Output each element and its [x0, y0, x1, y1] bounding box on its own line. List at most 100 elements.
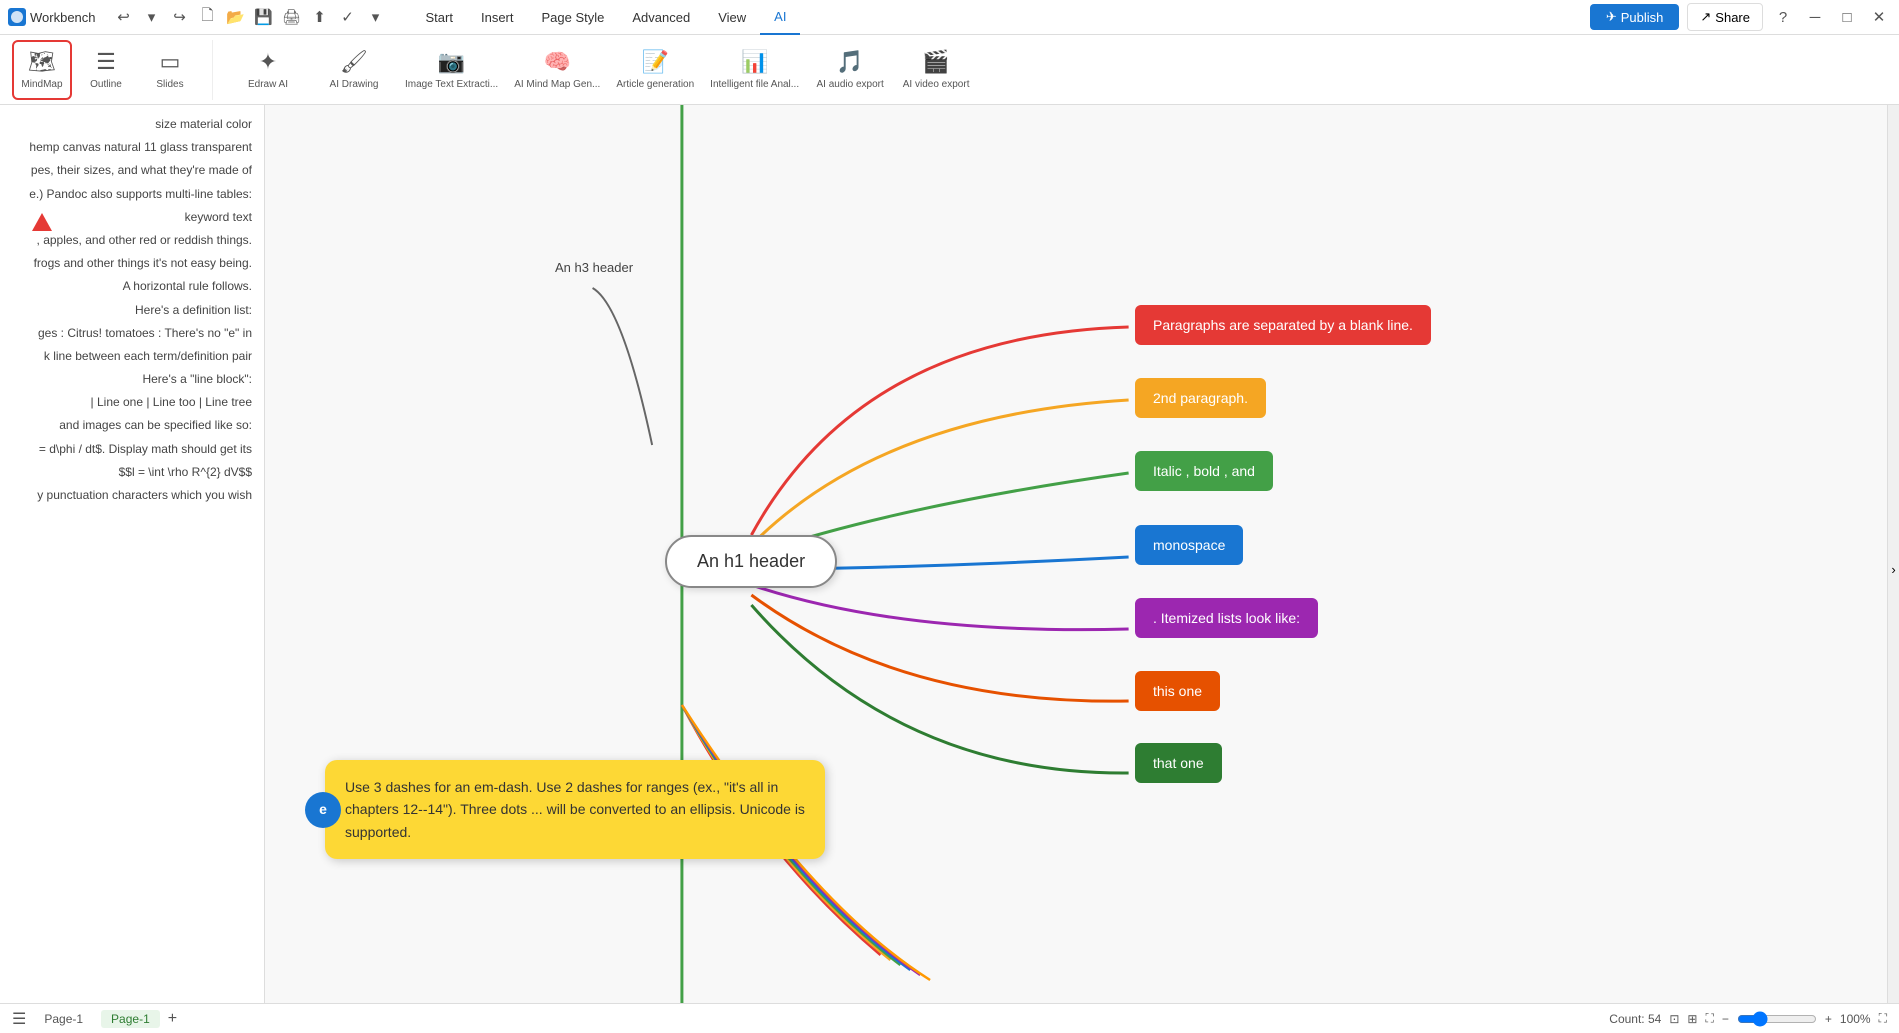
new-button[interactable]: 🗋 [196, 5, 220, 29]
page-tab-active[interactable]: Page-1 [101, 1010, 160, 1028]
undo-redo-group: ↩ ▾ ↪ 🗋 📂 💾 🖨 ⬆ ✓ ▾ [112, 5, 388, 29]
mindmap-svg [265, 105, 1887, 1033]
checkmark-button[interactable]: ✓ [336, 5, 360, 29]
nav-ai[interactable]: AI [760, 0, 800, 35]
tooltip-popup: e Use 3 dashes for an em-dash. Use 2 das… [325, 760, 825, 859]
node-monospace[interactable]: monospace [1135, 525, 1243, 565]
audio-export-icon: 🎵 [836, 49, 863, 75]
left-line-12: Here's a "line block": [4, 368, 260, 391]
left-line-14: and images can be specified like so: [4, 414, 260, 437]
zoom-out-button[interactable]: − [1722, 1012, 1729, 1026]
left-line-8: A horizontal rule follows. [4, 275, 260, 298]
outline-icon: ☰ [96, 49, 116, 75]
node-this-one[interactable]: this one [1135, 671, 1220, 711]
layout-button[interactable]: ⊞ [1687, 1012, 1697, 1026]
outline-tool[interactable]: ☰ Outline [76, 40, 136, 100]
nav-start[interactable]: Start [412, 0, 467, 35]
edraw-ai-icon: ✦ [259, 49, 277, 75]
nav-insert[interactable]: Insert [467, 0, 528, 35]
node-2nd-paragraph-label: 2nd paragraph. [1153, 390, 1248, 406]
print-button[interactable]: 🖨 [280, 5, 304, 29]
video-export-icon: 🎬 [922, 49, 949, 75]
status-menu-icon[interactable]: ☰ [12, 1009, 26, 1029]
tooltip-text: Use 3 dashes for an em-dash. Use 2 dashe… [345, 779, 805, 840]
left-line-9: Here's a definition list: [4, 299, 260, 322]
left-line-16: $$l = \int \rho R^{2} dV$$ [4, 461, 260, 484]
left-line-17: y punctuation characters which you wish [4, 484, 260, 507]
node-italic-bold-label: Italic , bold , and [1153, 463, 1255, 479]
edraw-ai-button[interactable]: ✦ Edraw AI [233, 49, 303, 90]
export-button[interactable]: ⬆ [308, 5, 332, 29]
ai-drawing-button[interactable]: 🖌 AI Drawing [319, 49, 389, 90]
slides-tool[interactable]: ▭ Slides [140, 40, 200, 100]
right-panel-handle[interactable]: › [1887, 105, 1899, 1033]
video-export-button[interactable]: 🎬 AI video export [901, 49, 971, 90]
open-button[interactable]: 📂 [224, 5, 248, 29]
save-button[interactable]: 💾 [252, 5, 276, 29]
publish-label: Publish [1621, 10, 1664, 25]
close-button[interactable]: ✕ [1867, 5, 1891, 29]
audio-export-label: AI audio export [816, 79, 883, 90]
node-that-one-label: that one [1153, 755, 1204, 771]
image-text-button[interactable]: 📷 Image Text Extracti... [405, 49, 498, 90]
zoom-slider[interactable] [1737, 1011, 1817, 1027]
toolbar: 🗺 MindMap ☰ Outline ▭ Slides ✦ Edraw AI … [0, 35, 1899, 105]
ai-drawing-icon: 🖌 [340, 49, 368, 75]
maximize-button[interactable]: □ [1835, 5, 1859, 29]
main-area: size material color hemp canvas natural … [0, 105, 1899, 1033]
audio-export-button[interactable]: 🎵 AI audio export [815, 49, 885, 90]
nav-advanced[interactable]: Advanced [618, 0, 704, 35]
node-paragraphs[interactable]: Paragraphs are separated by a blank line… [1135, 305, 1431, 345]
fit-page-button[interactable]: ⊡ [1669, 1012, 1679, 1026]
undo-button[interactable]: ↩ [112, 5, 136, 29]
minimize-button[interactable]: ─ [1803, 5, 1827, 29]
app-title-text: Workbench [30, 10, 96, 25]
node-itemized-label: . Itemized lists look like: [1153, 610, 1300, 626]
zoom-in-button[interactable]: + [1825, 1012, 1832, 1026]
outline-label: Outline [90, 79, 122, 90]
file-analysis-label: Intelligent file Anal... [710, 79, 799, 90]
node-italic-bold[interactable]: Italic , bold , and [1135, 451, 1273, 491]
article-gen-label: Article generation [616, 79, 694, 90]
add-page-button[interactable]: + [168, 1010, 177, 1028]
article-gen-button[interactable]: 📝 Article generation [616, 49, 694, 90]
mindmap-tool[interactable]: 🗺 MindMap [12, 40, 72, 100]
canvas[interactable]: An h3 header An h1 header Paragraphs are… [265, 105, 1887, 1033]
image-text-icon: 📷 [438, 49, 465, 75]
page-tab-inactive[interactable]: Page-1 [34, 1010, 93, 1028]
view-tools: 🗺 MindMap ☰ Outline ▭ Slides [12, 40, 213, 100]
left-line-4: e.) Pandoc also supports multi-line tabl… [4, 183, 260, 206]
ai-mindmap-button[interactable]: 🧠 AI Mind Map Gen... [514, 49, 600, 90]
fullscreen-expand-button[interactable]: ⛶ [1879, 1011, 1887, 1026]
file-analysis-button[interactable]: 📊 Intelligent file Anal... [710, 49, 799, 90]
nav-view[interactable]: View [704, 0, 760, 35]
article-gen-icon: 📝 [642, 49, 669, 75]
help-button[interactable]: ? [1771, 5, 1795, 29]
share-button[interactable]: ↗ Share [1687, 3, 1763, 31]
file-analysis-icon: 📊 [741, 49, 768, 75]
nav-page-style[interactable]: Page Style [528, 0, 619, 35]
node-itemized[interactable]: . Itemized lists look like: [1135, 598, 1318, 638]
left-line-1: size material color [4, 113, 260, 136]
edraw-popup-icon: e [305, 792, 341, 828]
more-button[interactable]: ▾ [364, 5, 388, 29]
ai-mindmap-icon: 🧠 [544, 49, 571, 75]
publish-button[interactable]: ✈ Publish [1590, 4, 1680, 30]
left-line-3: pes, their sizes, and what they're made … [4, 159, 260, 182]
nav-menu: Start Insert Page Style Advanced View AI [412, 0, 801, 35]
center-node[interactable]: An h1 header [665, 535, 837, 588]
status-bar: ☰ Page-1 Page-1 + Count: 54 ⊡ ⊞ ⛶ − + 10… [0, 1003, 1899, 1033]
node-2nd-paragraph[interactable]: 2nd paragraph. [1135, 378, 1266, 418]
node-that-one[interactable]: that one [1135, 743, 1222, 783]
undo-dropdown[interactable]: ▾ [140, 5, 164, 29]
count-display: Count: 54 [1609, 1012, 1661, 1026]
ai-drawing-label: AI Drawing [330, 79, 379, 90]
share-label: Share [1715, 10, 1750, 25]
edraw-ai-label: Edraw AI [248, 79, 288, 90]
app-title: Workbench [8, 8, 96, 26]
publish-icon: ✈ [1606, 9, 1617, 25]
redo-button[interactable]: ↪ [168, 5, 192, 29]
h3-node: An h3 header [555, 260, 633, 275]
fullscreen-button[interactable]: ⛶ [1705, 1011, 1713, 1026]
chevron-right-icon: › [1891, 562, 1895, 577]
